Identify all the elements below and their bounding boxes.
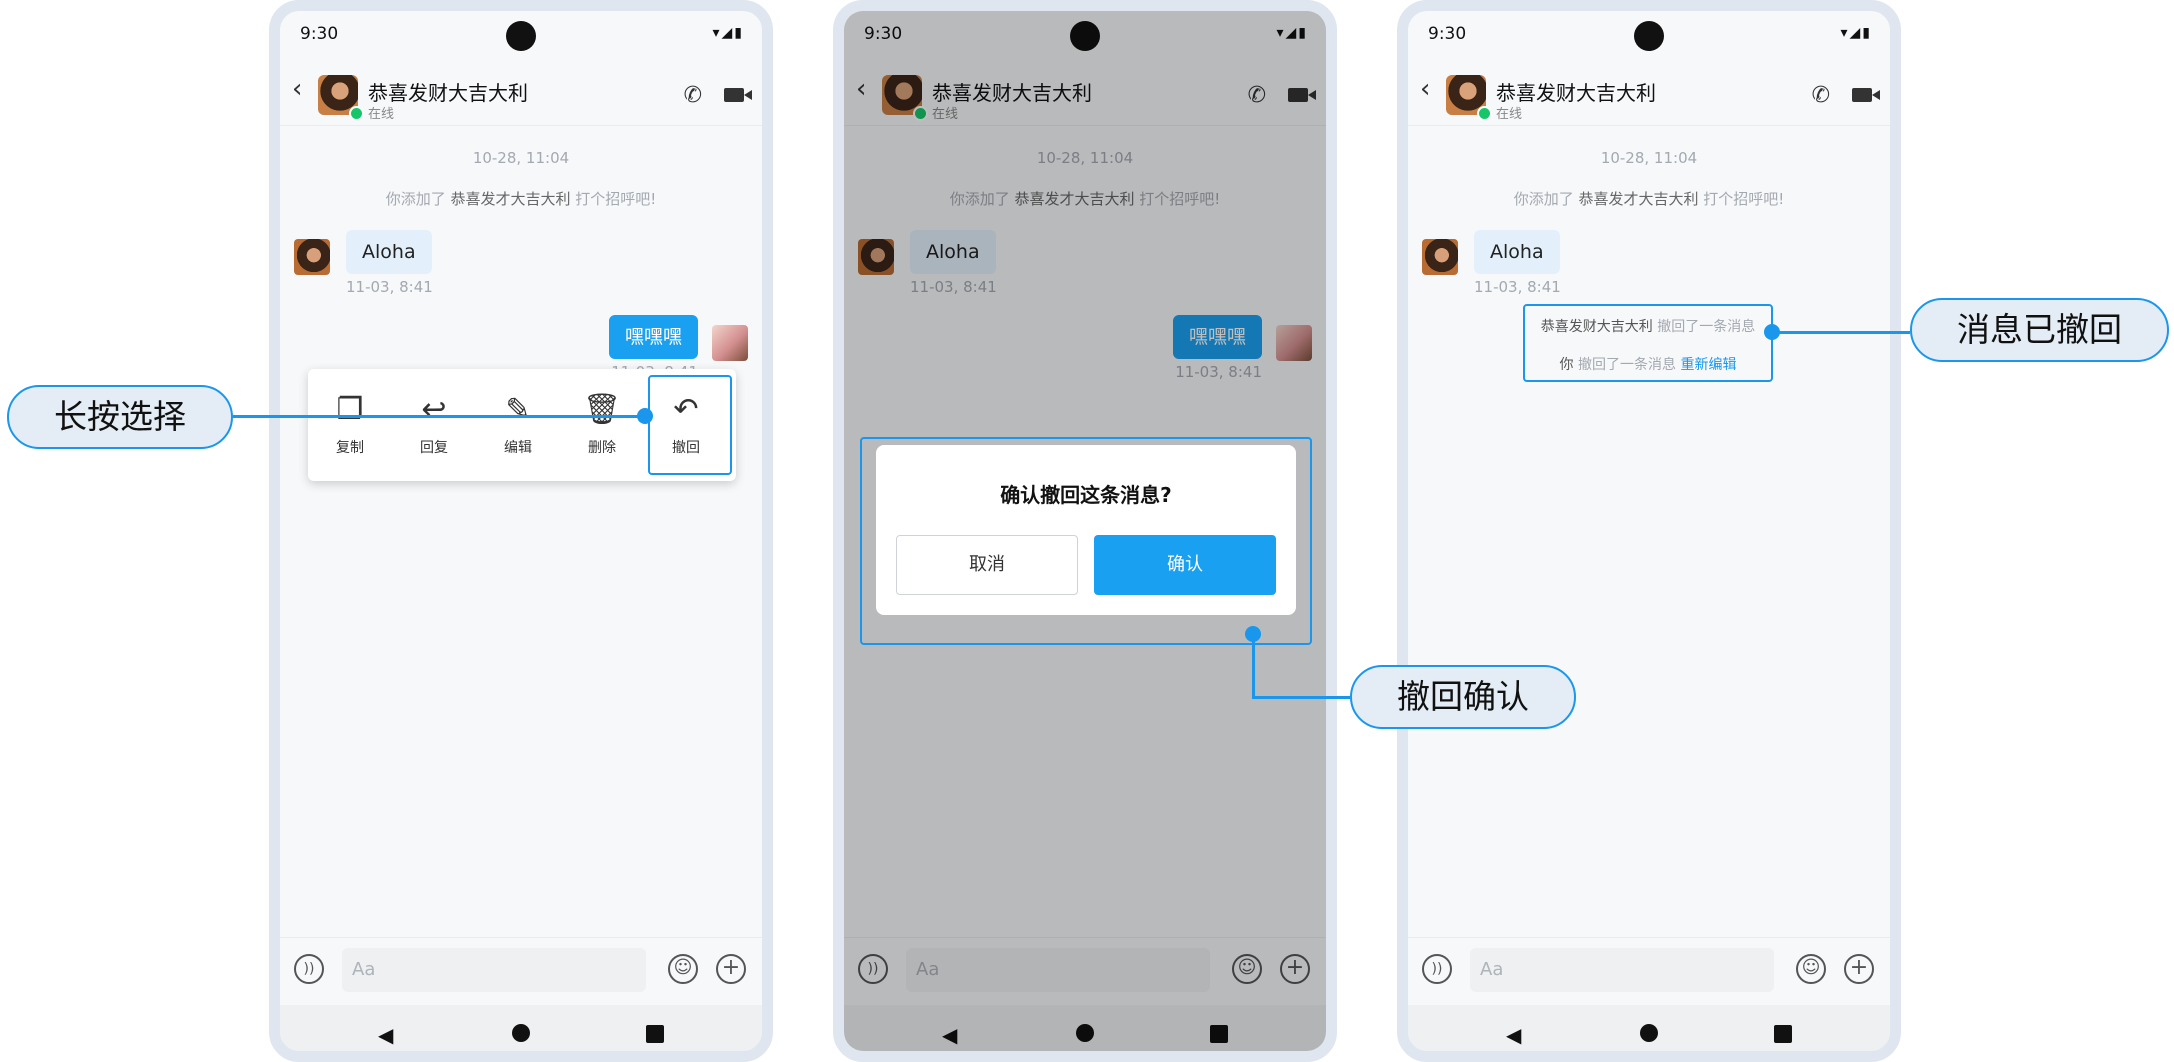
incoming-time: 11-03, 8:41: [346, 278, 433, 296]
menu-item-edit[interactable]: ✎ 编辑: [476, 369, 560, 481]
system-nav-bar: ◀: [280, 1005, 762, 1051]
status-time: 9:30: [1428, 24, 1467, 44]
online-dot: [349, 106, 364, 121]
menu-item-label: 复制: [336, 440, 364, 456]
menu-item-label: 删除: [588, 440, 616, 456]
recalled-peer-line: 恭喜发财大吉大利 撤回了一条消息: [1540, 319, 1756, 335]
input-bar: )) Aa ☺ +: [280, 937, 762, 1006]
voice-icon[interactable]: )): [294, 954, 324, 984]
long-press-menu: ❐ 复制 ↩ 回复 ✎ 编辑 🗑 删除 ↶ 撤回: [308, 369, 736, 481]
back-icon[interactable]: ‹: [1420, 76, 1430, 102]
camera-cutout: [1634, 21, 1664, 51]
confirm-button[interactable]: 确认: [1094, 535, 1276, 595]
incoming-bubble[interactable]: Aloha: [346, 230, 432, 274]
trash-icon: 🗑: [582, 392, 622, 427]
camera-cutout: [506, 21, 536, 51]
nav-back-icon[interactable]: ◀: [1506, 1023, 1521, 1047]
online-dot: [1477, 106, 1492, 121]
recall-highlight: [648, 375, 732, 475]
incoming-avatar[interactable]: [294, 239, 330, 275]
status-bar: 9:30 ▾◢▮: [1408, 11, 1890, 51]
video-icon[interactable]: [1852, 88, 1880, 102]
phone-screen-recalled: 9:30 ▾◢▮ ‹ 恭喜发财大吉大利 在线 ✆ 10-28, 11:04 你添…: [1397, 0, 1901, 1062]
voice-icon[interactable]: )): [1422, 954, 1452, 984]
input-bar: )) Aa ☺ +: [1408, 937, 1890, 1006]
edit-icon: ✎: [505, 392, 531, 427]
outgoing-bubble[interactable]: 嘿嘿嘿: [608, 315, 698, 359]
reedit-link[interactable]: 重新编辑: [1680, 357, 1736, 373]
system-message: 你添加了 恭喜发才大吉大利 打个招呼吧!: [1513, 190, 1785, 208]
nav-recents-icon[interactable]: [646, 1025, 664, 1043]
nav-home-icon[interactable]: [1640, 1024, 1658, 1042]
connector-node: [637, 408, 653, 424]
callout-long-press: 长按选择: [7, 385, 233, 449]
back-icon[interactable]: ‹: [292, 76, 302, 102]
menu-item-reply[interactable]: ↩ 回复: [392, 369, 476, 481]
phone-screen-confirm: 9:30 ▾◢▮ ‹ 恭喜发财大吉大利 在线 ✆ 10-28, 11:04 你添…: [833, 0, 1337, 1062]
emoji-icon[interactable]: ☺: [668, 954, 698, 984]
callout-recalled: 消息已撤回: [1910, 298, 2169, 362]
connector-line: [1252, 634, 1255, 698]
incoming-bubble[interactable]: Aloha: [1474, 230, 1560, 274]
phone-screen-long-press: 9:30 ▾◢▮ ‹ 恭喜发财大吉大利 在线 ✆ 10-28, 11:04 你添…: [269, 0, 773, 1062]
cancel-button[interactable]: 取消: [896, 535, 1078, 595]
presence-status: 在线: [368, 107, 395, 122]
phone-icon[interactable]: ✆: [684, 83, 702, 108]
confirm-dialog: 确认撤回这条消息? 取消 确认: [876, 445, 1296, 615]
presence-status: 在线: [1496, 107, 1523, 122]
plus-icon[interactable]: +: [716, 954, 746, 984]
recalled-notice: 恭喜发财大吉大利 撤回了一条消息 你 撤回了一条消息 重新编辑: [1523, 304, 1773, 382]
menu-item-label: 回复: [420, 440, 448, 456]
connector-line: [1772, 331, 1910, 334]
incoming-time: 11-03, 8:41: [1474, 278, 1561, 296]
nav-back-icon[interactable]: ◀: [378, 1023, 393, 1047]
callout-confirm: 撤回确认: [1350, 665, 1576, 729]
video-icon[interactable]: [724, 88, 752, 102]
contact-name: 恭喜发财大吉大利: [1496, 81, 1656, 105]
message-input[interactable]: Aa: [342, 948, 646, 992]
chat-header: ‹ 恭喜发财大吉大利 在线 ✆: [280, 61, 762, 126]
menu-item-label: 编辑: [504, 440, 532, 456]
phone-icon[interactable]: ✆: [1812, 83, 1830, 108]
signal-battery-icon: ▾◢▮: [712, 25, 744, 41]
date-stamp: 10-28, 11:04: [1600, 149, 1698, 167]
contact-name: 恭喜发财大吉大利: [368, 81, 528, 105]
signal-battery-icon: ▾◢▮: [1840, 25, 1872, 41]
system-nav-bar: ◀: [1408, 1005, 1890, 1051]
copy-icon: ❐: [336, 392, 364, 427]
chat-header: ‹ 恭喜发财大吉大利 在线 ✆: [1408, 61, 1890, 126]
menu-item-delete[interactable]: 🗑 删除: [560, 369, 644, 481]
incoming-avatar[interactable]: [1422, 239, 1458, 275]
outgoing-avatar[interactable]: [712, 325, 748, 361]
recalled-self-line: 你 撤回了一条消息 重新编辑: [1559, 357, 1737, 373]
nav-recents-icon[interactable]: [1774, 1025, 1792, 1043]
nav-home-icon[interactable]: [512, 1024, 530, 1042]
connector-line: [1252, 696, 1350, 699]
emoji-icon[interactable]: ☺: [1796, 954, 1826, 984]
menu-item-copy[interactable]: ❐ 复制: [308, 369, 392, 481]
message-input[interactable]: Aa: [1470, 948, 1774, 992]
status-time: 9:30: [300, 24, 339, 44]
reply-icon: ↩: [421, 392, 447, 427]
system-message: 你添加了 恭喜发才大吉大利 打个招呼吧!: [385, 190, 657, 208]
dialog-title: 确认撤回这条消息?: [1000, 483, 1172, 507]
connector-line: [233, 415, 645, 418]
plus-icon[interactable]: +: [1844, 954, 1874, 984]
status-bar: 9:30 ▾◢▮: [280, 11, 762, 51]
date-stamp: 10-28, 11:04: [472, 149, 570, 167]
